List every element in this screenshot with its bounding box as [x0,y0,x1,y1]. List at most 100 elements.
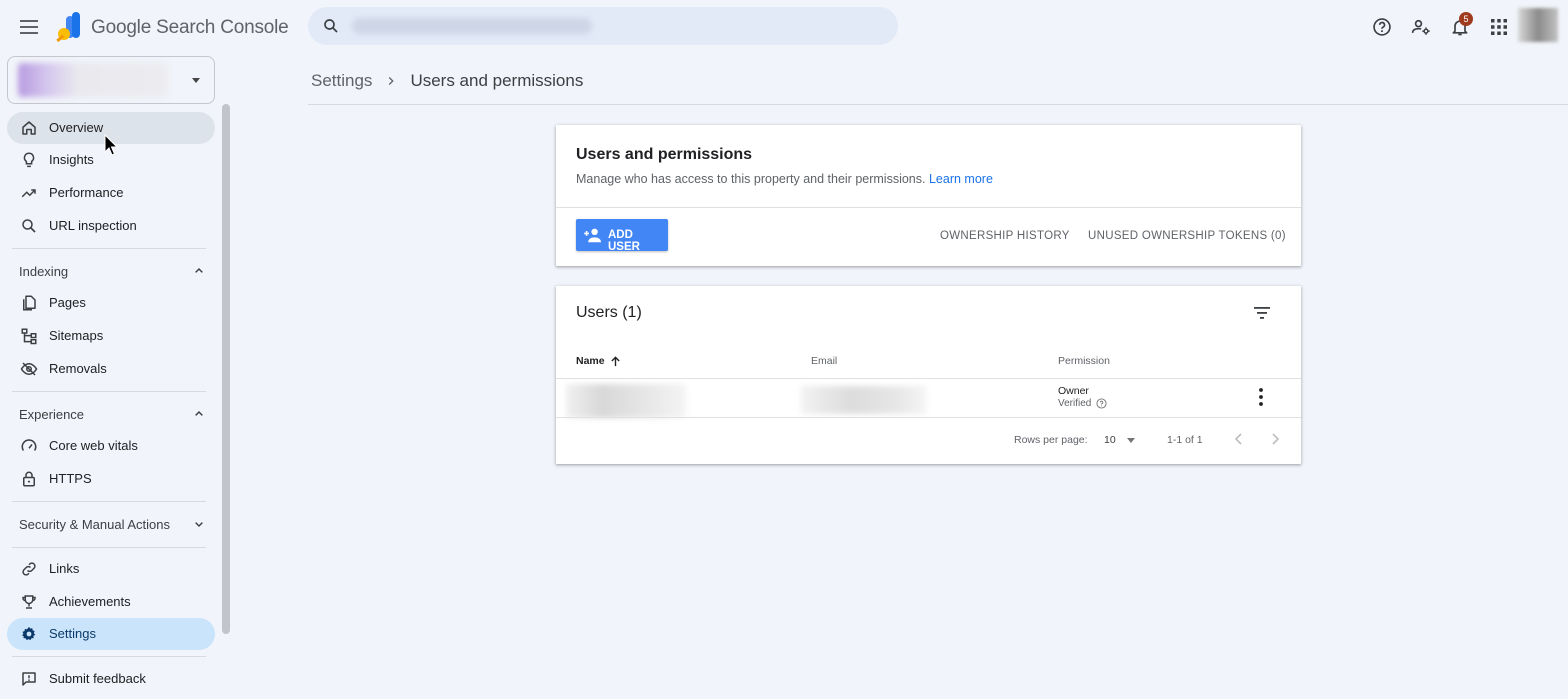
page-title: Users and permissions [410,71,584,90]
trending-up-icon [21,189,36,198]
person-add-icon [584,228,601,243]
sidebar-item-https[interactable]: HTTPS [7,463,215,495]
dropdown-caret-icon [192,78,200,83]
sidebar-item-label: Achievements [49,594,131,609]
sitemap-icon [21,328,37,345]
arrow-upward-icon [610,356,620,366]
sidebar-divider [12,547,206,548]
filter-button[interactable] [1251,302,1273,324]
sidebar-item-pages[interactable]: Pages [7,287,215,319]
sidebar-divider [12,656,206,657]
top-app-bar: Google Search Console 5 [0,0,1568,54]
unused-ownership-tokens-button[interactable]: UNUSED OWNERSHIP TOKENS (0) [1088,230,1286,242]
sidebar-item-core-web-vitals[interactable]: Core web vitals [7,430,215,462]
section-label: Indexing [19,264,69,279]
gear-icon [21,626,36,641]
card-description-text: Manage who has access to this property a… [576,172,926,186]
search-bar[interactable] [308,7,898,45]
column-header-email[interactable]: Email [811,355,837,367]
sidebar-item-sitemaps[interactable]: Sitemaps [7,320,215,352]
sidebar-item-links[interactable]: Links [7,553,215,585]
users-permissions-card: Users and permissions Manage who has acc… [556,125,1301,266]
product-name: Google Search Console [91,17,289,38]
search-icon [324,19,338,33]
users-table-card: Users (1) Name Email Permission Owner Ve… [556,286,1301,464]
search-console-settings-button[interactable] [1408,14,1434,40]
section-toggle-indexing[interactable]: Indexing [7,255,215,287]
rows-per-page-value: 10 [1104,434,1116,446]
sidebar-item-label: Submit feedback [49,671,146,686]
breadcrumb-settings-link[interactable]: Settings [311,71,372,91]
add-user-label: ADD USER [608,229,640,253]
card-divider [556,207,1301,208]
previous-page-icon[interactable] [1230,429,1248,449]
home-icon [22,121,36,135]
sidebar-item-label: Settings [49,626,96,641]
hamburger-menu-icon [20,20,38,34]
sidebar-item-label: Sitemaps [49,328,104,343]
table-row-divider [556,417,1301,418]
learn-more-link[interactable]: Learn more [929,172,993,186]
lock-icon [23,471,35,487]
next-page-icon[interactable] [1266,429,1284,449]
section-label: Security & Manual Actions [19,517,171,532]
sidebar-item-label: Insights [49,152,94,167]
chevron-up-icon [195,267,203,273]
chevron-down-icon [195,522,203,528]
help-button[interactable] [1369,14,1395,40]
verification-status-text: Verified [1058,398,1092,409]
search-icon [22,219,36,233]
permission-value: Owner [1058,385,1089,397]
sidebar-item-settings[interactable]: Settings [7,618,215,650]
chevron-up-icon [195,410,203,416]
rows-per-page-label: Rows per page: [1014,434,1088,446]
column-header-name[interactable]: Name [576,355,621,367]
section-toggle-experience[interactable]: Experience [7,398,215,430]
help-icon [1373,18,1391,36]
add-user-button[interactable]: ADD USER [576,219,668,253]
ownership-history-button[interactable]: OWNERSHIP HISTORY [940,230,1070,242]
header-divider [308,104,1568,105]
feedback-icon [22,672,36,686]
sidebar-divider [12,391,206,392]
sidebar-item-label: Core web vitals [49,438,138,453]
sidebar-item-label: Overview [49,120,104,135]
card-title: Users and permissions [576,146,753,163]
mouse-cursor-icon [104,134,118,156]
sidebar-item-label: Performance [49,185,124,200]
speed-icon [21,439,37,451]
help-outline-icon[interactable] [1096,398,1107,409]
sidebar-item-label: Links [49,561,80,576]
user-email-redacted [801,386,926,414]
sidebar-item-url-inspection[interactable]: URL inspection [7,210,215,242]
link-icon [22,562,36,576]
sidebar-item-label: Removals [49,361,107,376]
users-table-title: Users (1) [576,304,642,321]
sidebar-item-performance[interactable]: Performance [7,177,215,209]
card-description: Manage who has access to this property a… [576,172,993,186]
sidebar-item-label: HTTPS [49,471,92,486]
more-vert-icon[interactable] [1252,386,1270,408]
account-avatar[interactable] [1518,8,1558,42]
lightbulb-icon [23,152,35,168]
sidebar-item-removals[interactable]: Removals [7,353,215,385]
section-toggle-security-manual-actions[interactable]: Security & Manual Actions [7,508,215,540]
google-apps-button[interactable] [1486,14,1512,40]
verification-status: Verified [1058,398,1107,409]
visibility-off-icon [20,362,38,376]
sidebar-item-submit-feedback[interactable]: Submit feedback [7,663,215,695]
sidebar-item-achievements[interactable]: Achievements [7,586,215,618]
pagination-range: 1-1 of 1 [1167,434,1203,446]
sidebar-scrollbar[interactable] [222,104,230,634]
sidebar-item-label: Pages [49,295,86,310]
chevron-right-icon [389,77,395,85]
sidebar-item-label: URL inspection [49,218,137,233]
search-input-redacted[interactable] [352,18,592,34]
pages-icon [23,295,36,311]
table-row-divider [556,378,1301,379]
rows-per-page-select[interactable]: 10 [1103,431,1139,449]
main-menu-button[interactable] [16,14,42,40]
column-header-label: Name [576,355,605,367]
column-header-permission[interactable]: Permission [1058,355,1110,367]
property-selector[interactable] [7,56,215,104]
